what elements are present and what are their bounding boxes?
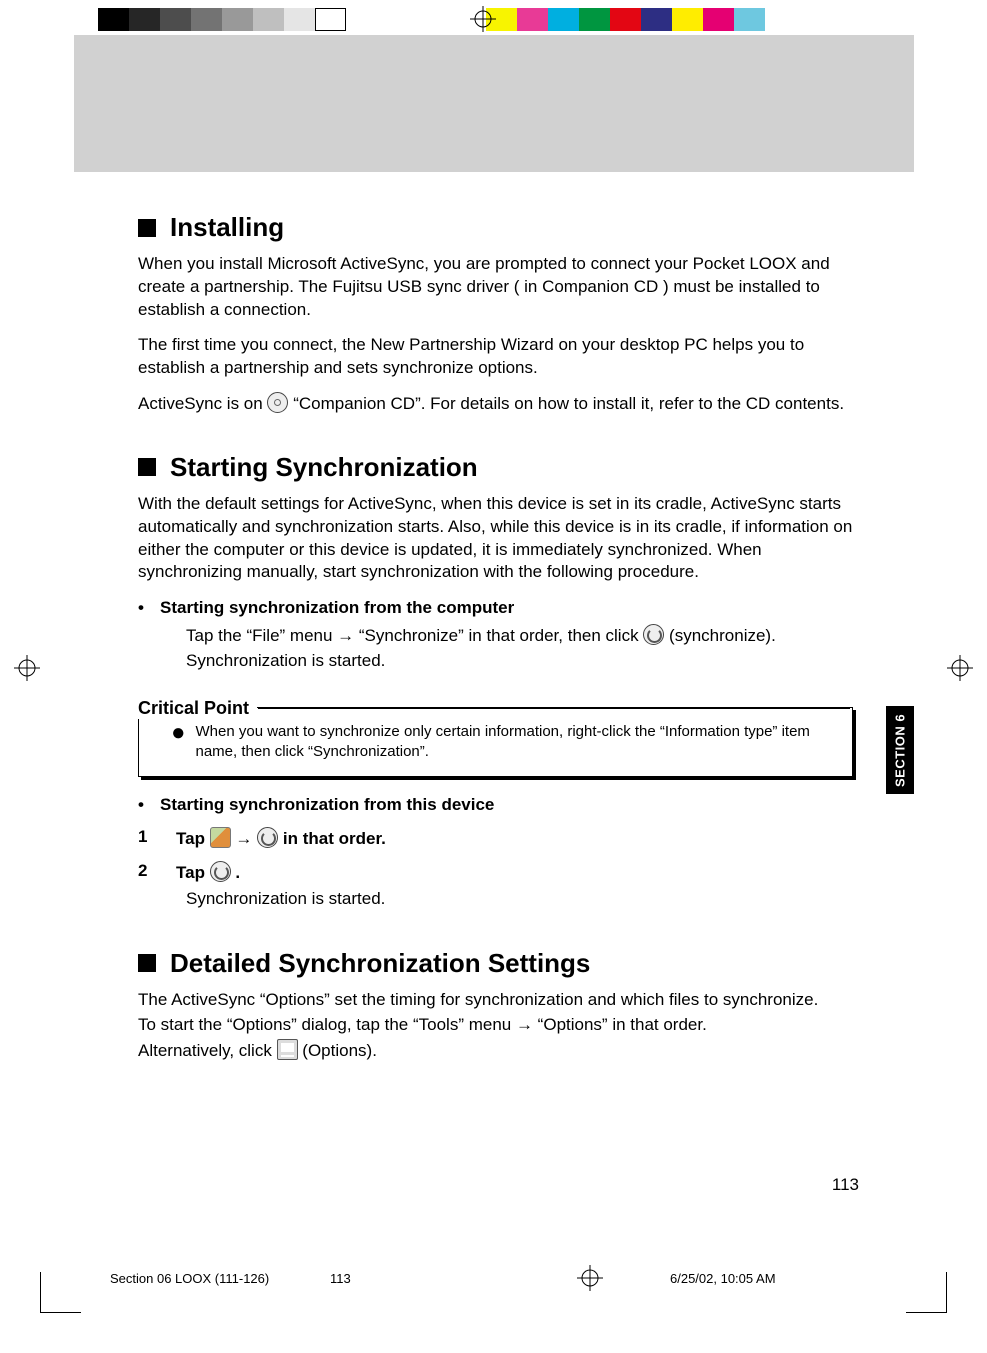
square-bullet-icon <box>138 219 156 237</box>
text: . <box>235 863 240 882</box>
heading-detailed-settings: Detailed Synchronization Settings <box>138 948 853 979</box>
section-tab-label: SECTION 6 <box>893 713 908 786</box>
content-column: Installing When you install Microsoft Ac… <box>138 190 853 1075</box>
page-number: 113 <box>832 1175 859 1195</box>
step-text: Tap → in that order. <box>176 827 386 849</box>
footer-page: 113 <box>330 1271 510 1286</box>
cd-icon <box>267 392 288 413</box>
callout-text: When you want to synchronize only certai… <box>196 722 839 763</box>
footer-timestamp: 6/25/02, 10:05 AM <box>670 1271 870 1286</box>
registration-mark-icon <box>470 6 496 32</box>
sub-bullet: • Starting synchronization from this dev… <box>138 795 853 815</box>
crop-mark-icon <box>906 1272 947 1313</box>
text: in that order. <box>283 829 386 848</box>
heading-installing: Installing <box>138 212 853 243</box>
step-number: 2 <box>138 861 152 883</box>
square-bullet-icon <box>138 458 156 476</box>
step-text: Tap . <box>176 861 240 883</box>
step-body: Synchronization is started. <box>186 887 853 912</box>
paragraph: To start the “Options” dialog, tap the “… <box>138 1014 853 1037</box>
bullet-icon: • <box>138 598 142 618</box>
footer-filename: Section 06 LOOX (111-126) <box>110 1271 330 1286</box>
activesync-icon <box>257 827 278 848</box>
text: (synchronize). <box>669 626 776 645</box>
step-number: 1 <box>138 827 152 849</box>
crop-mark-icon <box>40 1272 81 1313</box>
text: “Companion CD”. For details on how to in… <box>293 394 844 413</box>
paragraph: With the default settings for ActiveSync… <box>138 493 853 585</box>
divider <box>258 708 850 709</box>
options-icon <box>277 1039 298 1060</box>
sub-bullet-label: Starting synchronization from this devic… <box>160 795 494 815</box>
text: ActiveSync is on <box>138 394 267 413</box>
sync-icon <box>210 861 231 882</box>
heading-text: Detailed Synchronization Settings <box>170 948 590 979</box>
square-bullet-icon <box>138 954 156 972</box>
start-icon <box>210 827 231 848</box>
registration-mark-icon <box>577 1265 603 1291</box>
header-bar <box>74 35 914 172</box>
bullet-icon: ● <box>171 722 186 763</box>
critical-point-box: Critical Point ● When you want to synchr… <box>138 698 853 778</box>
indent-block: Tap the “File” menu → “Synchronize” in t… <box>186 624 853 673</box>
registration-mark-icon <box>14 655 40 681</box>
bullet-icon: • <box>138 795 142 815</box>
text: Tap <box>176 829 210 848</box>
paragraph: Alternatively, click (Options). <box>138 1039 853 1063</box>
text: → <box>235 829 257 848</box>
heading-text: Installing <box>170 212 284 243</box>
sync-icon <box>643 624 664 645</box>
callout-item: ● When you want to synchronize only cert… <box>171 722 838 763</box>
heading-text: Starting Synchronization <box>170 452 478 483</box>
text: Synchronization is started. <box>186 651 385 670</box>
page: Installing When you install Microsoft Ac… <box>0 0 987 1353</box>
heading-starting-sync: Starting Synchronization <box>138 452 853 483</box>
sub-bullet-label: Starting synchronization from the comput… <box>160 598 514 618</box>
section-tab: SECTION 6 <box>886 706 914 794</box>
paragraph: The first time you connect, the New Part… <box>138 334 853 380</box>
registration-mark-icon <box>947 655 973 681</box>
paragraph: The ActiveSync “Options” set the timing … <box>138 989 853 1012</box>
text: Tap the “File” menu → “Synchronize” in t… <box>186 626 643 645</box>
step-2: 2 Tap . <box>138 861 853 883</box>
critical-point-label: Critical Point <box>138 698 257 719</box>
step-1: 1 Tap → in that order. <box>138 827 853 849</box>
paragraph: When you install Microsoft ActiveSync, y… <box>138 253 853 322</box>
calibration-strip <box>98 8 765 31</box>
sub-bullet: • Starting synchronization from the comp… <box>138 598 853 618</box>
text: (Options). <box>302 1041 377 1060</box>
text: Alternatively, click <box>138 1041 277 1060</box>
text: Tap <box>176 863 210 882</box>
footer-meta: Section 06 LOOX (111-126) 113 6/25/02, 1… <box>110 1265 870 1291</box>
paragraph: ActiveSync is on “Companion CD”. For det… <box>138 392 853 416</box>
